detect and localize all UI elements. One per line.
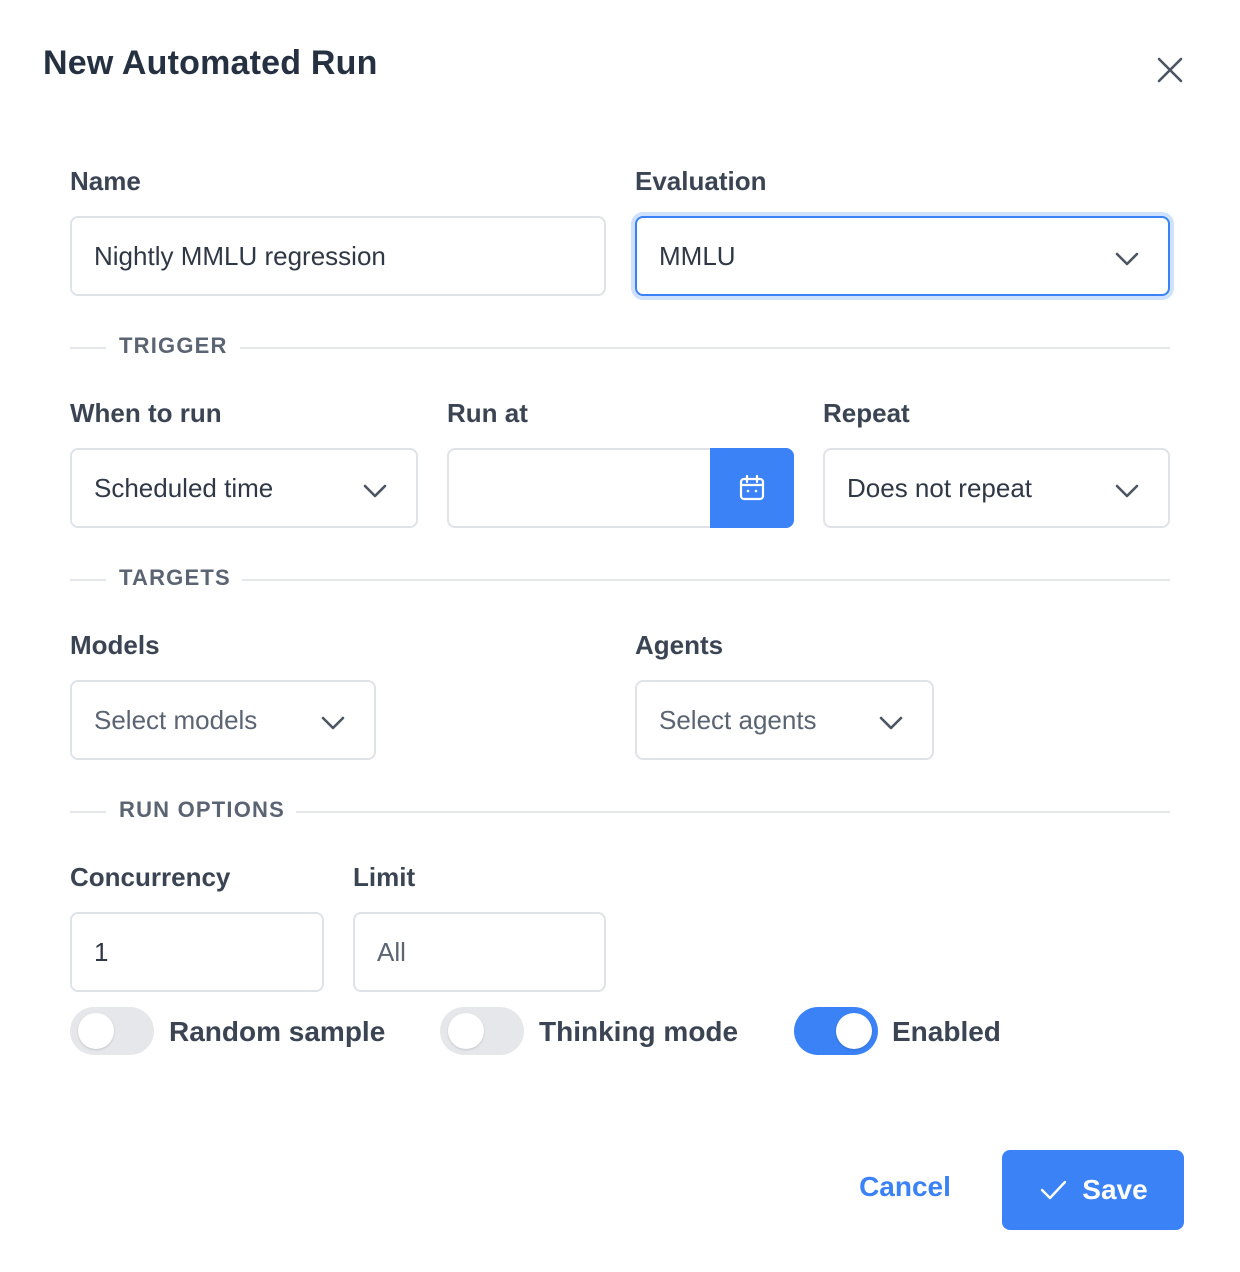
chevron-down-icon [363, 484, 387, 498]
enabled-label: Enabled [892, 1016, 1001, 1047]
check-icon [1041, 1180, 1067, 1200]
cancel-button[interactable]: Cancel [850, 1164, 960, 1210]
enabled-toggle[interactable] [794, 1007, 878, 1055]
concurrency-input[interactable]: 1 [70, 912, 324, 992]
models-select[interactable]: Select models [70, 680, 376, 760]
section-targets-title: TARGETS [119, 565, 245, 591]
thinking-mode-toggle[interactable] [440, 1007, 524, 1055]
thinking-mode-label: Thinking mode [539, 1016, 739, 1047]
random-sample-label: Random sample [169, 1016, 386, 1047]
agents-label: Agents [635, 630, 724, 660]
dialog-title: New Automated Run [43, 44, 378, 82]
chevron-down-icon [879, 716, 903, 730]
calendar-icon [739, 474, 765, 501]
section-trigger: TRIGGER [70, 333, 1170, 363]
limit-input[interactable]: All [353, 912, 606, 992]
chevron-down-icon [321, 716, 345, 730]
repeat-select[interactable]: Does not repeat [823, 448, 1170, 528]
random-sample-toggle[interactable] [70, 1007, 154, 1055]
evaluation-label: Evaluation [635, 166, 767, 196]
save-button-label: Save [1082, 1174, 1148, 1205]
close-icon [1157, 57, 1183, 83]
chevron-down-icon [1115, 484, 1139, 498]
section-trigger-title: TRIGGER [119, 333, 242, 359]
when-to-run-select[interactable]: Scheduled time [70, 448, 418, 528]
new-automated-run-dialog: New Automated Run Name Nightly MMLU regr… [0, 0, 1240, 1272]
close-button[interactable] [1150, 50, 1190, 90]
calendar-button[interactable] [710, 448, 794, 528]
agents-select[interactable]: Select agents [635, 680, 934, 760]
section-targets: TARGETS [70, 565, 1170, 595]
concurrency-value: 1 [94, 936, 109, 967]
run-at-label: Run at [447, 398, 528, 428]
models-label: Models [70, 630, 160, 660]
chevron-down-icon [1115, 252, 1139, 266]
name-input-value: Nightly MMLU regression [94, 240, 386, 271]
section-run-options-title: RUN OPTIONS [119, 797, 299, 823]
name-label: Name [70, 166, 141, 196]
evaluation-select[interactable]: MMLU [635, 216, 1170, 296]
concurrency-label: Concurrency [70, 862, 231, 892]
run-at-input[interactable] [447, 448, 717, 528]
repeat-label: Repeat [823, 398, 910, 428]
evaluation-select-value: MMLU [659, 240, 736, 271]
limit-placeholder: All [377, 936, 406, 967]
limit-label: Limit [353, 862, 416, 892]
save-button[interactable]: Save [1002, 1150, 1184, 1230]
when-to-run-label: When to run [70, 398, 222, 428]
name-input[interactable]: Nightly MMLU regression [70, 216, 606, 296]
section-run-options: RUN OPTIONS [70, 797, 1170, 827]
